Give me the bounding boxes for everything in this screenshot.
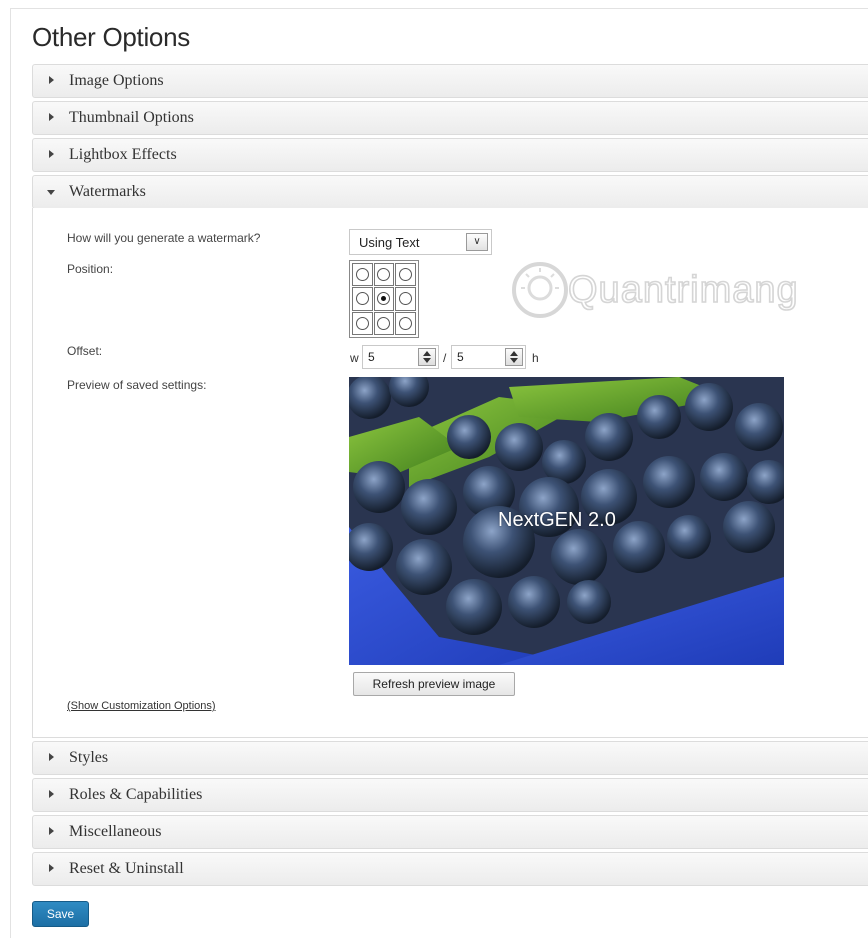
radio-top-left[interactable] (355, 268, 369, 282)
offset-h-suffix: h (532, 351, 539, 365)
section-roles-capabilities[interactable]: Roles & Capabilities (32, 778, 868, 812)
radio-middle-center[interactable] (377, 292, 391, 306)
chevron-down-icon[interactable]: ∨ (466, 233, 488, 251)
position-cell[interactable] (373, 263, 395, 287)
position-cell[interactable] (395, 263, 416, 287)
offset-w-prefix: w (350, 351, 359, 365)
section-label: Roles & Capabilities (69, 786, 203, 803)
spinner-arrows-icon[interactable] (418, 348, 436, 366)
triangle-right-icon (49, 113, 54, 121)
offset-h-input[interactable]: 5 (451, 345, 526, 369)
spinner-arrows-icon[interactable] (505, 348, 523, 366)
triangle-right-icon (49, 76, 54, 84)
offset-h-value: 5 (457, 350, 464, 364)
section-reset-uninstall[interactable]: Reset & Uninstall (32, 852, 868, 886)
page-title: Other Options (32, 22, 190, 52)
section-label: Image Options (69, 72, 164, 89)
show-customization-link[interactable]: (Show Customization Options) (67, 700, 216, 712)
position-label: Position: (67, 262, 114, 276)
preview-label: Preview of saved settings: (67, 378, 207, 392)
radio-top-center[interactable] (377, 268, 391, 282)
section-label: Reset & Uninstall (69, 860, 184, 877)
triangle-right-icon (49, 864, 54, 872)
position-cell[interactable] (352, 311, 373, 335)
triangle-right-icon (49, 753, 54, 761)
triangle-right-icon (49, 790, 54, 798)
triangle-down-icon (47, 190, 55, 195)
triangle-right-icon (49, 827, 54, 835)
position-cell[interactable] (352, 287, 373, 311)
watermark-method-select[interactable]: Using Text ∨ (349, 229, 492, 255)
position-cell[interactable] (373, 287, 395, 311)
triangle-right-icon (49, 150, 54, 158)
radio-middle-right[interactable] (399, 292, 413, 306)
section-lightbox-effects[interactable]: Lightbox Effects (32, 138, 868, 172)
position-cell[interactable] (373, 311, 395, 335)
section-label: Styles (69, 749, 109, 766)
select-value: Using Text (359, 235, 420, 250)
position-cell[interactable] (395, 287, 416, 311)
section-thumbnail-options[interactable]: Thumbnail Options (32, 101, 868, 135)
section-label: Lightbox Effects (69, 146, 177, 163)
position-cell[interactable] (395, 311, 416, 335)
refresh-preview-button[interactable]: Refresh preview image (353, 672, 515, 696)
section-styles[interactable]: Styles (32, 741, 868, 775)
section-watermarks[interactable]: Watermarks (32, 175, 868, 209)
watermark-logo-text: Quantrimang (568, 269, 799, 311)
radio-bottom-right[interactable] (399, 316, 413, 330)
radio-middle-left[interactable] (355, 292, 369, 306)
position-grid (349, 260, 419, 338)
radio-bottom-center[interactable] (377, 316, 391, 330)
save-button[interactable]: Save (32, 901, 89, 927)
offset-separator: / (443, 351, 447, 365)
radio-top-right[interactable] (399, 268, 413, 282)
section-image-options[interactable]: Image Options (32, 64, 868, 98)
position-cell[interactable] (352, 263, 373, 287)
offset-w-value: 5 (368, 350, 375, 364)
preview-watermark-text: NextGEN 2.0 (498, 509, 616, 531)
radio-bottom-left[interactable] (355, 316, 369, 330)
section-label: Thumbnail Options (69, 109, 194, 126)
section-label: Watermarks (69, 183, 146, 200)
quantrimang-watermark-logo: Quantrimang (512, 262, 799, 318)
watermark-method-label: How will you generate a watermark? (67, 231, 261, 245)
offset-w-input[interactable]: 5 (362, 345, 439, 369)
section-miscellaneous[interactable]: Miscellaneous (32, 815, 868, 849)
section-label: Miscellaneous (69, 823, 162, 840)
offset-label: Offset: (67, 344, 103, 358)
